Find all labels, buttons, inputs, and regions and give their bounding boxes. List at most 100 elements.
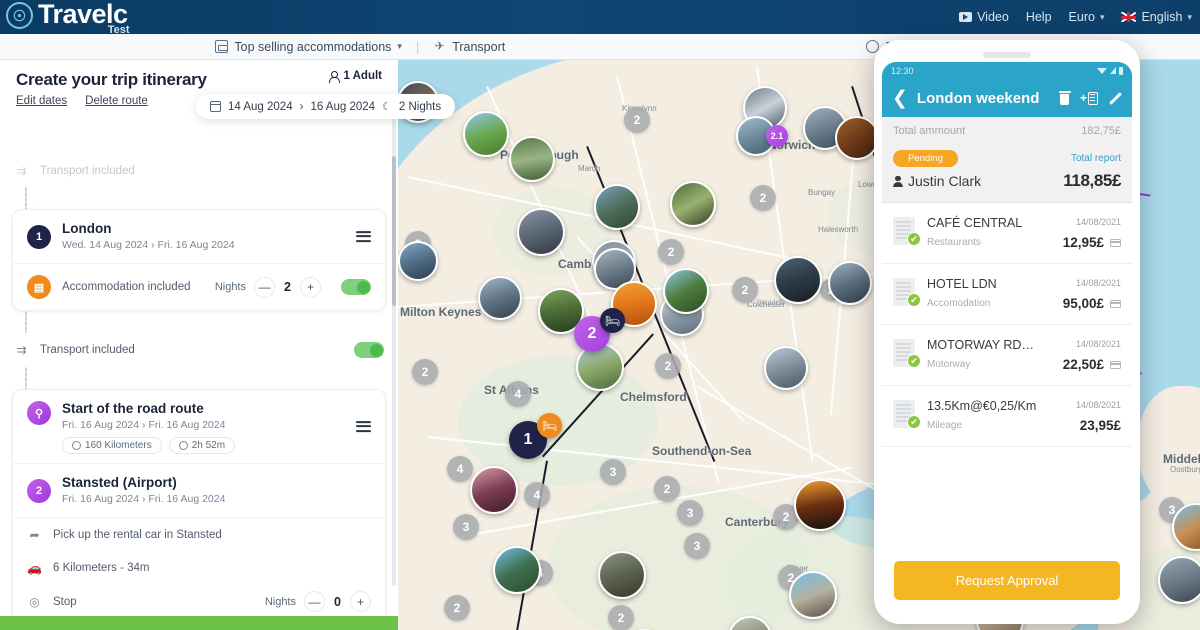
transport-row-top[interactable]: ⇉ Transport included — [0, 156, 398, 187]
map-cluster-marker[interactable]: 2 — [658, 239, 684, 265]
date-range-pill[interactable]: 14 Aug 2024 › 16 Aug 2024 ☾ 2 Nights — [196, 94, 456, 119]
nights-decrement-button[interactable]: — — [254, 276, 275, 298]
accommodation-label: Accommodation included — [62, 281, 191, 293]
map-photo-marker[interactable] — [463, 111, 509, 157]
map-cluster-marker[interactable]: 4 — [524, 482, 550, 508]
map-cluster-marker[interactable]: 2 — [654, 476, 680, 502]
request-approval-button[interactable]: Request Approval — [894, 561, 1120, 600]
pickup-icon: ➦ — [29, 527, 40, 542]
map-photo-marker[interactable] — [478, 276, 522, 320]
road-route-card[interactable]: ⚲ Start of the road route Fri. 16 Aug 20… — [12, 389, 386, 630]
expense-row[interactable]: ✔ MOTORWAY RD… 14/08/2021 Motorway 22,50£ — [882, 325, 1132, 386]
map-photo-marker[interactable] — [398, 241, 438, 281]
accommodation-toggle[interactable] — [341, 279, 371, 295]
battery-icon — [1119, 66, 1123, 75]
stop-row-stansted[interactable]: ◎ Stop Nights — 0 + — [13, 584, 385, 619]
stansted-header[interactable]: 2 Stansted (Airport) Fri. 16 Aug 2024 › … — [13, 463, 385, 517]
itinerary-scroll[interactable]: ⇉ Transport included 1 London Wed. 14 Au… — [0, 156, 398, 630]
transport-toggle[interactable] — [354, 342, 384, 358]
stop-title: London — [62, 221, 112, 236]
map-city-label: Middelburg — [1163, 452, 1200, 466]
nav-currency[interactable]: Euro ▾ — [1069, 10, 1105, 24]
edit-button[interactable] — [1107, 91, 1122, 106]
expense-amount-value: 95,00£ — [1062, 296, 1104, 311]
map-cluster-marker[interactable]: 3 — [677, 500, 703, 526]
map-cluster-marker[interactable]: 3 — [453, 514, 479, 540]
map-cluster-marker[interactable]: 2 — [732, 277, 758, 303]
panel-scrollbar[interactable] — [392, 116, 396, 586]
car-icon[interactable]: 🛏 — [600, 308, 625, 333]
total-report-link[interactable]: Total report — [1071, 153, 1121, 164]
delete-route-link[interactable]: Delete route — [85, 95, 148, 107]
brand-logo[interactable]: ☉ Travelc Test — [0, 0, 130, 36]
map-photo-marker[interactable] — [594, 184, 640, 230]
date-from: 14 Aug 2024 — [228, 100, 293, 113]
scrollbar-thumb[interactable] — [392, 156, 396, 306]
map-cluster-marker[interactable]: 2 — [655, 353, 681, 379]
map-cluster-marker[interactable]: 2 — [750, 185, 776, 211]
stop-number-badge: 1 — [27, 224, 51, 249]
expense-list[interactable]: ✔ CAFÉ CENTRAL 14/08/2021 Restaurants 12,95£… — [882, 203, 1132, 551]
delete-button[interactable] — [1058, 91, 1071, 105]
uk-flag-icon — [1121, 12, 1137, 22]
nav-transport[interactable]: ✈ Transport — [419, 40, 519, 54]
map-cluster-marker[interactable]: 2 — [444, 595, 470, 621]
transport-row-mid[interactable]: ⇉ Transport included — [0, 333, 398, 367]
expense-row[interactable]: ✔ 13.5Km@€0,25/Km 14/08/2021 Mileage 23,95£ — [882, 386, 1132, 447]
nav-accommodations[interactable]: Top selling accommodations ▾ — [201, 40, 416, 54]
stop-header[interactable]: 1 London Wed. 14 Aug 2024 › Fri. 16 Aug … — [13, 210, 385, 263]
pax-label: 1 Adult — [343, 70, 382, 82]
map-cluster-marker[interactable]: 2 — [412, 359, 438, 385]
bed-icon[interactable]: 🛏 — [537, 413, 562, 438]
total-amount-value: 182,75£ — [1081, 125, 1121, 137]
stop-icon: ◎ — [29, 594, 40, 609]
nights-increment-button[interactable]: + — [300, 276, 321, 298]
map-cluster-marker[interactable]: 3 — [684, 533, 710, 559]
date-arrow: › — [299, 100, 304, 113]
map-photo-marker[interactable] — [774, 256, 822, 304]
map-cluster-marker[interactable]: 4 — [447, 456, 473, 482]
map-cluster-marker[interactable]: 2 — [608, 605, 634, 630]
map-photo-marker[interactable] — [1158, 556, 1200, 604]
distance-chip: 160 Kilometers — [62, 437, 162, 454]
accommodation-row[interactable]: ▤ Accommodation included Nights — 2 + — [13, 263, 385, 310]
road-route-header[interactable]: ⚲ Start of the road route Fri. 16 Aug 20… — [13, 390, 385, 463]
expense-row[interactable]: ✔ HOTEL LDN 14/08/2021 Accomodation 95,00£ — [882, 264, 1132, 325]
nights-decrement-button[interactable]: — — [304, 591, 325, 612]
map-photo-marker[interactable] — [789, 571, 837, 619]
add-expense-button[interactable]: + — [1080, 91, 1098, 105]
map-photo-marker[interactable] — [794, 479, 846, 531]
stop-card-london[interactable]: 1 London Wed. 14 Aug 2024 › Fri. 16 Aug … — [12, 209, 386, 311]
map-cluster-marker[interactable]: 2 — [624, 107, 650, 133]
map-photo-marker[interactable] — [493, 546, 541, 594]
map-city-label: Southend-on-Sea — [652, 444, 752, 458]
map-photo-marker[interactable] — [598, 551, 646, 599]
stansted-dates: Fri. 16 Aug 2024 › Fri. 16 Aug 2024 — [62, 493, 226, 505]
expense-row[interactable]: ✔ CAFÉ CENTRAL 14/08/2021 Restaurants 12,95£ — [882, 203, 1132, 264]
road-route-menu-icon[interactable] — [356, 419, 371, 435]
map-stop-pin[interactable]: 2.1 — [766, 125, 788, 147]
edit-dates-link[interactable]: Edit dates — [16, 95, 67, 107]
back-icon[interactable]: ❮ — [892, 89, 908, 108]
map-photo-marker[interactable] — [470, 466, 518, 514]
nights-label: Nights — [214, 281, 246, 293]
map-photo-marker[interactable] — [828, 261, 872, 305]
nav-help[interactable]: Help — [1026, 10, 1052, 24]
map-photo-marker[interactable] — [517, 208, 565, 256]
map-cluster-marker[interactable]: 4 — [505, 381, 531, 407]
bottom-green-bar — [0, 616, 398, 630]
document-icon — [1088, 91, 1098, 105]
map-photo-marker[interactable] — [764, 346, 808, 390]
map-photo-marker[interactable] — [663, 268, 709, 314]
map-cluster-marker[interactable]: 3 — [600, 459, 626, 485]
calendar-icon — [209, 101, 221, 112]
nav-language[interactable]: English ▾ — [1121, 10, 1192, 24]
timeline-dots — [25, 187, 27, 209]
map-photo-marker[interactable] — [835, 116, 879, 160]
nav-video-label: Video — [977, 10, 1009, 24]
nav-video[interactable]: Video — [959, 10, 1009, 24]
nights-increment-button[interactable]: + — [350, 591, 371, 612]
stop-menu-icon[interactable] — [356, 229, 371, 245]
map-photo-marker[interactable] — [509, 136, 555, 182]
map-photo-marker[interactable] — [670, 181, 716, 227]
